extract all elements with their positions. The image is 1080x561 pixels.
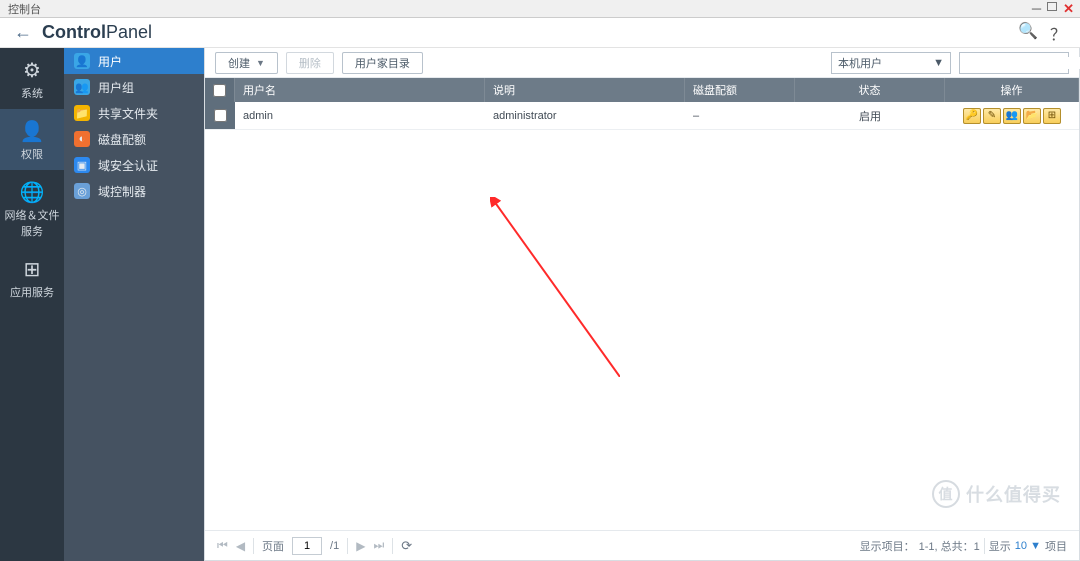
nav2-domain-controller[interactable]: ◎域控制器 [64,178,204,204]
apps-icon: ⊞ [0,257,64,282]
window-minimize[interactable]: ─ [1032,2,1041,15]
th-status[interactable]: 状态 [795,78,945,102]
nav1-network-files[interactable]: 🌐网络＆文件服务 [0,170,64,247]
cell-quota: – [685,102,795,129]
shield-icon: ▣ [74,157,90,173]
cell-desc: administrator [485,102,685,129]
page-size-select[interactable]: 10 ▼ [1015,540,1041,552]
user-homedir-button[interactable]: 用户家目录 [342,52,423,74]
folder-icon: 📁 [74,105,90,121]
th-quota[interactable]: 磁盘配额 [685,78,795,102]
gear-icon: ⚙ [0,58,64,83]
nav1-system[interactable]: ⚙系统 [0,48,64,109]
back-button[interactable]: ← [14,22,32,43]
nav1-apps[interactable]: ⊞应用服务 [0,247,64,308]
action-app-icon[interactable]: ⊞ [1043,108,1061,124]
page-last-button[interactable]: ⏭ [373,538,384,553]
cell-status: 启用 [795,102,945,129]
th-username[interactable]: 用户名 [235,78,485,102]
watermark: 值 什么值得买 [932,480,1061,508]
page-input[interactable] [292,537,322,555]
nav2-usergroups[interactable]: 👥用户组 [64,74,204,100]
page-total: /1 [330,540,339,552]
controller-icon: ◎ [74,183,90,199]
nav1-permissions[interactable]: 👤权限 [0,109,64,170]
row-checkbox[interactable] [214,109,227,122]
action-edit-icon[interactable]: ✎ [983,108,1001,124]
page-label: 页面 [262,538,284,554]
action-groups-icon[interactable]: 👥 [1003,108,1021,124]
search-icon[interactable]: 🔍 [1018,21,1038,45]
globe-icon: 🌐 [0,180,64,205]
refresh-button[interactable]: ⟳ [401,538,412,554]
delete-button: 删除 [286,52,334,74]
window-maximize[interactable] [1047,2,1057,11]
page-next-button[interactable]: ▶ [356,539,365,553]
search-input[interactable] [964,57,1080,69]
user-icon: 👤 [74,53,90,69]
create-button[interactable]: 创建▼ [215,52,278,74]
page-title: ControlPanel [42,22,152,43]
nav2-shared-folders[interactable]: 📁共享文件夹 [64,100,204,126]
main-panel: 创建▼ 删除 用户家目录 本机用户▼ 🔍 用户名 说明 磁盘配额 状态 操作 a… [204,48,1080,561]
nav2-domain-security[interactable]: ▣域安全认证 [64,152,204,178]
os-titlebar: 控制台 ─ ✕ [0,0,1080,18]
th-desc[interactable]: 说明 [485,78,685,102]
table-row[interactable]: admin administrator – 启用 🔑 ✎ 👥 📂 ⊞ [205,102,1079,130]
action-folder-icon[interactable]: 📂 [1023,108,1041,124]
nav2-users[interactable]: 👤用户 [64,48,204,74]
page-prev-button[interactable]: ◀ [236,539,245,553]
cell-username: admin [235,102,485,129]
table-header: 用户名 说明 磁盘配额 状态 操作 [205,78,1079,102]
quota-icon: ◐ [74,131,90,147]
row-actions: 🔑 ✎ 👥 📂 ⊞ [963,108,1061,124]
page-first-button[interactable]: ⏮ [217,538,228,553]
chevron-down-icon: ▼ [256,58,265,68]
table-body: admin administrator – 启用 🔑 ✎ 👥 📂 ⊞ [205,102,1079,530]
user-icon: 👤 [0,119,64,144]
user-scope-select[interactable]: 本机用户▼ [831,52,951,74]
annotation-arrow [490,197,620,377]
group-icon: 👥 [74,79,90,95]
help-icon[interactable]: ？ [1050,21,1066,45]
app-header: ← ControlPanel 🔍 ？ [0,18,1080,48]
pager: ⏮ ◀ 页面 /1 ▶ ⏭ ⟳ 显示项目： 1-1, 总共：1 显示 10 ▼ … [205,530,1079,560]
th-actions: 操作 [945,78,1079,102]
nav2-quota[interactable]: ◐磁盘配额 [64,126,204,152]
primary-nav: ⚙系统 👤权限 🌐网络＆文件服务 ⊞应用服务 [0,48,64,561]
action-password-icon[interactable]: 🔑 [963,108,981,124]
select-all-checkbox[interactable] [213,84,226,97]
watermark-badge-icon: 值 [932,480,960,508]
secondary-nav: 👤用户 👥用户组 📁共享文件夹 ◐磁盘配额 ▣域安全认证 ◎域控制器 [64,48,204,561]
window-close[interactable]: ✕ [1063,2,1074,15]
search-input-wrap: 🔍 [959,52,1069,74]
chevron-down-icon: ▼ [933,57,944,69]
toolbar: 创建▼ 删除 用户家目录 本机用户▼ 🔍 [205,48,1079,78]
window-title: 控制台 [8,1,41,17]
